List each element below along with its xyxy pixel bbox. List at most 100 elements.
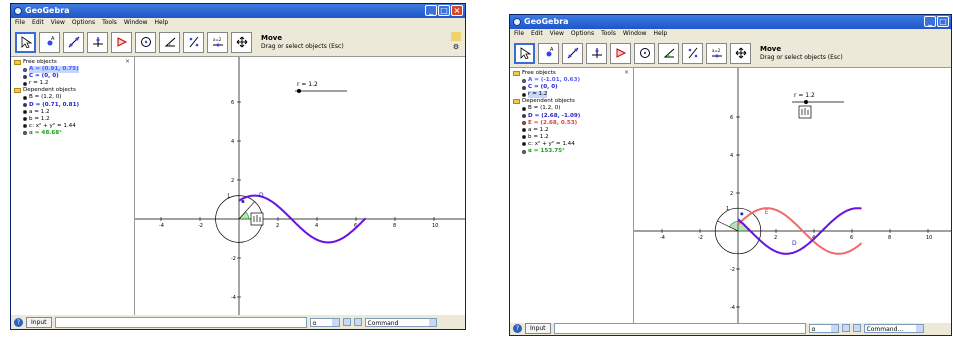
maximize-button[interactable]: □ bbox=[937, 16, 949, 27]
algebra-object[interactable]: b = 1.2 bbox=[513, 134, 633, 141]
minimize-button[interactable]: _ bbox=[425, 5, 437, 16]
visibility-toggle-icon[interactable] bbox=[23, 67, 27, 72]
move-tool-button[interactable] bbox=[514, 42, 535, 64]
visibility-toggle-icon[interactable] bbox=[23, 131, 27, 136]
symbol-dropdown[interactable]: α bbox=[309, 317, 340, 327]
line-tool-button[interactable] bbox=[63, 31, 84, 53]
algebra-object[interactable]: B = (1.2, 0) bbox=[513, 105, 633, 112]
minimize-button[interactable]: _ bbox=[924, 16, 936, 27]
algebra-object[interactable]: A = (0.91, 0.75) bbox=[14, 66, 134, 74]
menu-file[interactable]: File bbox=[514, 29, 524, 39]
visibility-toggle-icon[interactable] bbox=[23, 81, 27, 86]
menu-window[interactable]: Window bbox=[623, 29, 647, 39]
point-tool-button[interactable]: A bbox=[538, 42, 559, 64]
menu-tools[interactable]: Tools bbox=[102, 18, 117, 28]
input-help-icon[interactable]: ? bbox=[14, 317, 23, 327]
dependent-objects-folder[interactable]: Dependent objects bbox=[513, 98, 633, 105]
slider-tool-button[interactable]: a=2 bbox=[706, 42, 727, 64]
graphics-view[interactable]: -4 -2 2 4 6 8 10 6 4 2 -2 -4 1 Dr = 1.2 bbox=[135, 56, 465, 315]
visibility-toggle-icon[interactable] bbox=[522, 121, 526, 126]
algebra-object[interactable]: c: x² + y² = 1.44 bbox=[14, 123, 134, 130]
circle-tool-button[interactable] bbox=[634, 42, 655, 64]
angle-tool-button[interactable] bbox=[159, 31, 180, 53]
visibility-toggle-icon[interactable] bbox=[522, 107, 526, 112]
visibility-toggle-icon[interactable] bbox=[522, 85, 526, 90]
visibility-toggle-icon[interactable] bbox=[23, 117, 27, 122]
visibility-toggle-icon[interactable] bbox=[522, 92, 526, 97]
dependent-objects-folder[interactable]: Dependent objects bbox=[14, 87, 134, 94]
algebra-object[interactable]: D = (0.71, 0.81) bbox=[14, 102, 134, 109]
menu-options[interactable]: Options bbox=[571, 29, 594, 39]
visibility-toggle-icon[interactable] bbox=[522, 149, 526, 154]
visibility-toggle-icon[interactable] bbox=[522, 78, 526, 83]
perpendicular-tool-button[interactable] bbox=[586, 42, 607, 64]
menu-edit[interactable]: Edit bbox=[32, 18, 44, 28]
input-field[interactable] bbox=[553, 322, 806, 334]
graphics-view[interactable]: -4 -2 2 4 6 8 10 6 4 2 -2 -4 1 D Er = 1.2 bbox=[634, 67, 951, 323]
operator-dropdown[interactable] bbox=[852, 324, 861, 332]
operator-dropdown[interactable] bbox=[353, 318, 362, 326]
move-tool-button[interactable] bbox=[15, 31, 36, 53]
reflect-tool-button[interactable] bbox=[183, 31, 204, 53]
menu-options[interactable]: Options bbox=[72, 18, 95, 28]
menu-help[interactable]: Help bbox=[155, 18, 169, 28]
menu-file[interactable]: File bbox=[15, 18, 25, 28]
algebra-object[interactable]: a = 1.2 bbox=[513, 127, 633, 134]
symbol-dropdown[interactable]: α bbox=[808, 323, 839, 333]
command-dropdown[interactable]: Command bbox=[364, 317, 437, 327]
menu-view[interactable]: View bbox=[51, 18, 65, 28]
visibility-toggle-icon[interactable] bbox=[23, 124, 27, 129]
algebra-object[interactable]: D = (2.68, -1.09) bbox=[513, 113, 633, 120]
move-view-tool-button[interactable] bbox=[231, 31, 252, 53]
algebra-object[interactable]: α = 48.68° bbox=[14, 130, 134, 137]
title-bar[interactable]: GeoGebra _ □ × bbox=[11, 4, 465, 18]
algebra-object[interactable]: C = (0, 0) bbox=[14, 73, 134, 80]
command-dropdown[interactable]: Command... bbox=[863, 323, 924, 333]
input-help-icon[interactable]: ? bbox=[513, 323, 522, 333]
algebra-object[interactable]: B = (1.2, 0) bbox=[14, 94, 134, 101]
visibility-toggle-icon[interactable] bbox=[23, 74, 27, 79]
slider-tool-button[interactable]: a=2 bbox=[207, 31, 228, 53]
polygon-tool-button[interactable] bbox=[111, 31, 132, 53]
free-objects-folder[interactable]: Free objects bbox=[513, 70, 633, 77]
greek-dropdown[interactable] bbox=[841, 324, 850, 332]
menu-view[interactable]: View bbox=[550, 29, 564, 39]
circle-tool-button[interactable] bbox=[135, 31, 156, 53]
visibility-toggle-icon[interactable] bbox=[522, 128, 526, 133]
visibility-toggle-icon[interactable] bbox=[23, 103, 27, 108]
close-button[interactable]: × bbox=[451, 5, 463, 16]
algebra-object[interactable]: r = 1.2 bbox=[14, 80, 134, 87]
help-icon[interactable] bbox=[451, 32, 461, 41]
line-tool-button[interactable] bbox=[562, 42, 583, 64]
maximize-button[interactable]: □ bbox=[438, 5, 450, 16]
close-icon[interactable]: × bbox=[125, 58, 130, 65]
algebra-object[interactable]: E = (2.68, 0.53) bbox=[513, 120, 633, 127]
algebra-object[interactable]: c: x² + y² = 1.44 bbox=[513, 141, 633, 148]
greek-dropdown[interactable] bbox=[342, 318, 351, 326]
visibility-toggle-icon[interactable] bbox=[522, 114, 526, 119]
title-bar[interactable]: GeoGebra _ □ bbox=[510, 15, 951, 29]
algebra-object[interactable]: r = 1.2 bbox=[513, 91, 633, 99]
free-objects-folder[interactable]: Free objects bbox=[14, 59, 134, 66]
input-field[interactable] bbox=[54, 316, 307, 328]
menu-edit[interactable]: Edit bbox=[531, 29, 543, 39]
point-tool-button[interactable]: A bbox=[39, 31, 60, 53]
visibility-toggle-icon[interactable] bbox=[23, 110, 27, 115]
visibility-toggle-icon[interactable] bbox=[23, 96, 27, 101]
menu-tools[interactable]: Tools bbox=[601, 29, 616, 39]
algebra-object[interactable]: b = 1.2 bbox=[14, 116, 134, 123]
close-icon[interactable]: × bbox=[624, 69, 629, 76]
reflect-tool-button[interactable] bbox=[682, 42, 703, 64]
polygon-tool-button[interactable] bbox=[610, 42, 631, 64]
menu-help[interactable]: Help bbox=[654, 29, 668, 39]
algebra-object[interactable]: A = (-1.01, 0.63) bbox=[513, 77, 633, 84]
perpendicular-tool-button[interactable] bbox=[87, 31, 108, 53]
menu-window[interactable]: Window bbox=[124, 18, 148, 28]
algebra-object[interactable]: a = 1.2 bbox=[14, 109, 134, 116]
algebra-object[interactable]: α = 153.75° bbox=[513, 148, 633, 155]
visibility-toggle-icon[interactable] bbox=[522, 142, 526, 147]
algebra-object[interactable]: C = (0, 0) bbox=[513, 84, 633, 91]
move-view-tool-button[interactable] bbox=[730, 42, 751, 64]
settings-icon[interactable]: ⚙ bbox=[451, 43, 461, 52]
visibility-toggle-icon[interactable] bbox=[522, 135, 526, 140]
